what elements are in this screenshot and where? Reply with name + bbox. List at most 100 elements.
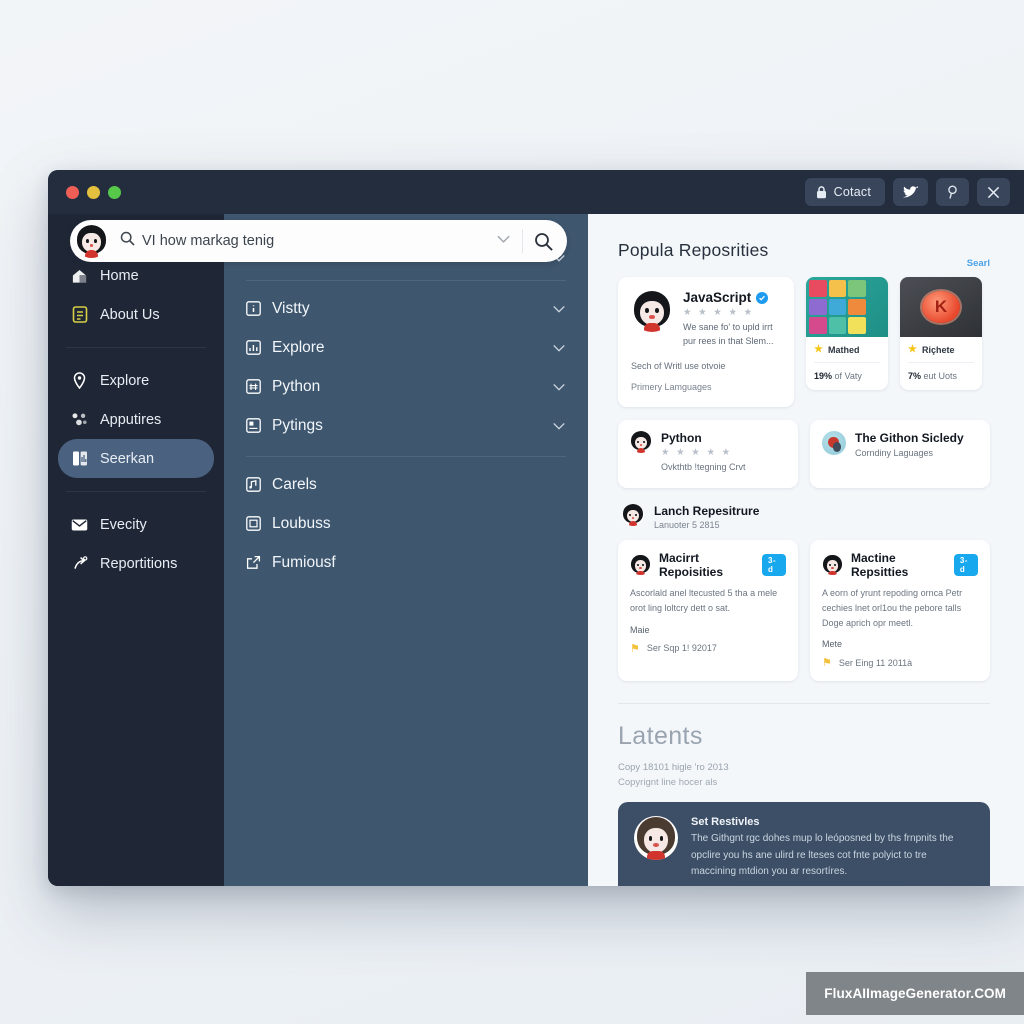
titlebar-actions: Cotact	[804, 178, 1010, 206]
maximize-window-button[interactable]	[108, 185, 121, 199]
thumb-card[interactable]: K ★ Riçhete 7% eut Uots	[900, 277, 982, 390]
twitter-bird-icon	[903, 185, 918, 199]
launch-repositories-row[interactable]: Lanch Repesitrure Lanuoter 5 2815	[622, 503, 990, 530]
watermark: FluxAIImageGenerator.COM	[806, 972, 1024, 1015]
info-square-icon	[246, 301, 261, 316]
repo-description: Ascorlald anel ltecusted 5 tha a mele or…	[630, 587, 778, 613]
close-button[interactable]	[977, 178, 1010, 206]
star-icon: ★	[814, 344, 823, 355]
twitter-button[interactable]	[893, 178, 928, 206]
sidebar-item-about-us[interactable]: About Us	[58, 295, 214, 334]
sidebar-item-explore[interactable]: Explore	[58, 361, 214, 400]
chart-square-icon	[246, 340, 261, 355]
menu-item-explore[interactable]: Explore	[246, 328, 566, 367]
avatar	[622, 503, 644, 526]
chevron-down-icon[interactable]	[485, 232, 522, 250]
repo-more-link[interactable]: Maie	[630, 625, 786, 635]
repo-footer: ⚑ Ser Eing 11 2011à	[822, 657, 913, 670]
mini-card-subtext: Ovkthtb !tegning Crvt	[661, 462, 746, 472]
minimize-window-button[interactable]	[87, 185, 100, 199]
repo-more-link[interactable]: Mete	[822, 639, 978, 649]
status-badge: 3-d	[762, 553, 786, 576]
latents-heading: Latents	[618, 722, 703, 751]
menu-item-pytings[interactable]: Pytings	[246, 406, 566, 445]
chart-card-icon	[71, 450, 88, 467]
mini-card[interactable]: The Githon Sicledy Corndiny Laguages	[810, 420, 990, 488]
music-square-icon	[246, 477, 261, 492]
k-logo-icon: K	[922, 291, 960, 323]
menu-item-label: Python	[272, 377, 321, 395]
chevron-down-icon[interactable]	[552, 419, 566, 433]
repo-name: Macirrt Repoisities	[659, 550, 724, 579]
menu-item-loubuss[interactable]: Loubuss	[246, 504, 566, 543]
launch-title: Lanch Repesitrure	[654, 503, 760, 518]
sidebar-item-label: About Us	[100, 306, 160, 323]
avatar	[631, 290, 673, 332]
see-all-link[interactable]: Searl	[967, 258, 990, 269]
flag-icon: ⚑	[630, 642, 640, 655]
sidebar-item-reportitions[interactable]: Reportitions	[58, 544, 214, 583]
card-square-icon	[246, 418, 261, 433]
sidebar-item-apputires[interactable]: Apputires	[58, 400, 214, 439]
box-square-icon	[246, 516, 261, 531]
sidebar-item-label: Evecity	[100, 516, 147, 533]
menu-item-label: Explore	[272, 338, 325, 356]
search-submit-button[interactable]	[523, 222, 563, 260]
pin-button[interactable]	[936, 178, 969, 206]
sidebar-item-seerkan[interactable]: Seerkan	[58, 439, 214, 478]
chevron-down-icon[interactable]	[552, 302, 566, 316]
mini-card-subtext: Corndiny Laguages	[855, 448, 934, 458]
lock-icon	[816, 185, 827, 199]
menu-divider	[246, 456, 566, 457]
copyright-line-2: Copyrignt line hocer als	[618, 777, 718, 789]
chevron-down-icon[interactable]	[552, 380, 566, 394]
thumb-stat: 7% eut Uots	[908, 371, 958, 381]
chevron-down-icon[interactable]	[552, 341, 566, 355]
search-bar[interactable]	[70, 220, 567, 262]
repo-card[interactable]: Mactine Repsitties 3-d A eorn of yrunt r…	[810, 539, 990, 682]
menu-panel: Home Vistty Explore	[224, 214, 588, 886]
repo-cards-row: Macirrt Repoisities 3-d Ascorlald anel l…	[618, 539, 990, 682]
hero-repo-subtext: Sech of Writl use otvoie	[631, 361, 726, 371]
app-window: Cotact VI how markag tenig Home About Us…	[48, 170, 1024, 886]
home-icon	[71, 267, 88, 284]
contact-button[interactable]: Cotact	[804, 178, 885, 206]
rating-stars: ★ ★ ★ ★ ★	[683, 307, 755, 318]
search-input[interactable]	[142, 233, 485, 249]
contact-label: Cotact	[833, 185, 871, 199]
mail-icon	[71, 516, 88, 533]
avatar	[630, 431, 652, 453]
rating-stars: ★ ★ ★ ★ ★	[661, 447, 733, 458]
hero-repo-card[interactable]: JavaScript ★ ★ ★ ★ ★ We sane fo' to upld…	[618, 277, 794, 407]
mini-cards-row: Python ★ ★ ★ ★ ★ Ovkthtb !tegning Crvt T…	[618, 420, 990, 488]
menu-item-fumiousf[interactable]: Fumiousf	[246, 543, 566, 582]
close-window-button[interactable]	[66, 185, 79, 199]
status-badge: 3-d	[953, 553, 978, 576]
callout-body: The Githgnt rgc dohes mup lo leóposned b…	[691, 833, 954, 877]
repo-card[interactable]: Macirrt Repoisities 3-d Ascorlald anel l…	[618, 539, 798, 682]
mini-card[interactable]: Python ★ ★ ★ ★ ★ Ovkthtb !tegning Crvt	[618, 420, 798, 488]
document-icon	[71, 306, 88, 323]
callout-card[interactable]: Set Restivles The Githgnt rgc dohes mup …	[618, 802, 990, 886]
menu-item-vistty[interactable]: Vistty	[246, 289, 566, 328]
blob-avatar	[822, 431, 846, 455]
callout-link[interactable]: Hay eccotty, ltfbes, esp	[691, 885, 789, 886]
sidebar-item-label: Reportitions	[100, 555, 178, 572]
popular-repos-row: JavaScript ★ ★ ★ ★ ★ We sane fo' to upld…	[618, 277, 990, 407]
sidebar-item-evecity[interactable]: Evecity	[58, 505, 214, 544]
puzzle-icon	[71, 411, 88, 428]
hero-repo-name: JavaScript	[683, 290, 752, 305]
thumb-card[interactable]: ★ Mathed 19% of Vaty	[806, 277, 888, 390]
section-divider	[618, 703, 990, 705]
menu-item-python[interactable]: Python	[246, 367, 566, 406]
window-body: Home About Us Explore Apputires Seerkan …	[48, 214, 1024, 886]
close-icon	[987, 186, 1000, 199]
sidebar-divider	[66, 347, 206, 348]
location-pin-icon	[71, 372, 88, 389]
page-title: Popula Reposrities	[618, 240, 769, 260]
avatar	[634, 816, 678, 861]
menu-divider	[246, 280, 566, 281]
menu-item-carels[interactable]: Carels	[246, 465, 566, 504]
share-icon	[71, 555, 88, 572]
search-icon	[120, 231, 135, 251]
